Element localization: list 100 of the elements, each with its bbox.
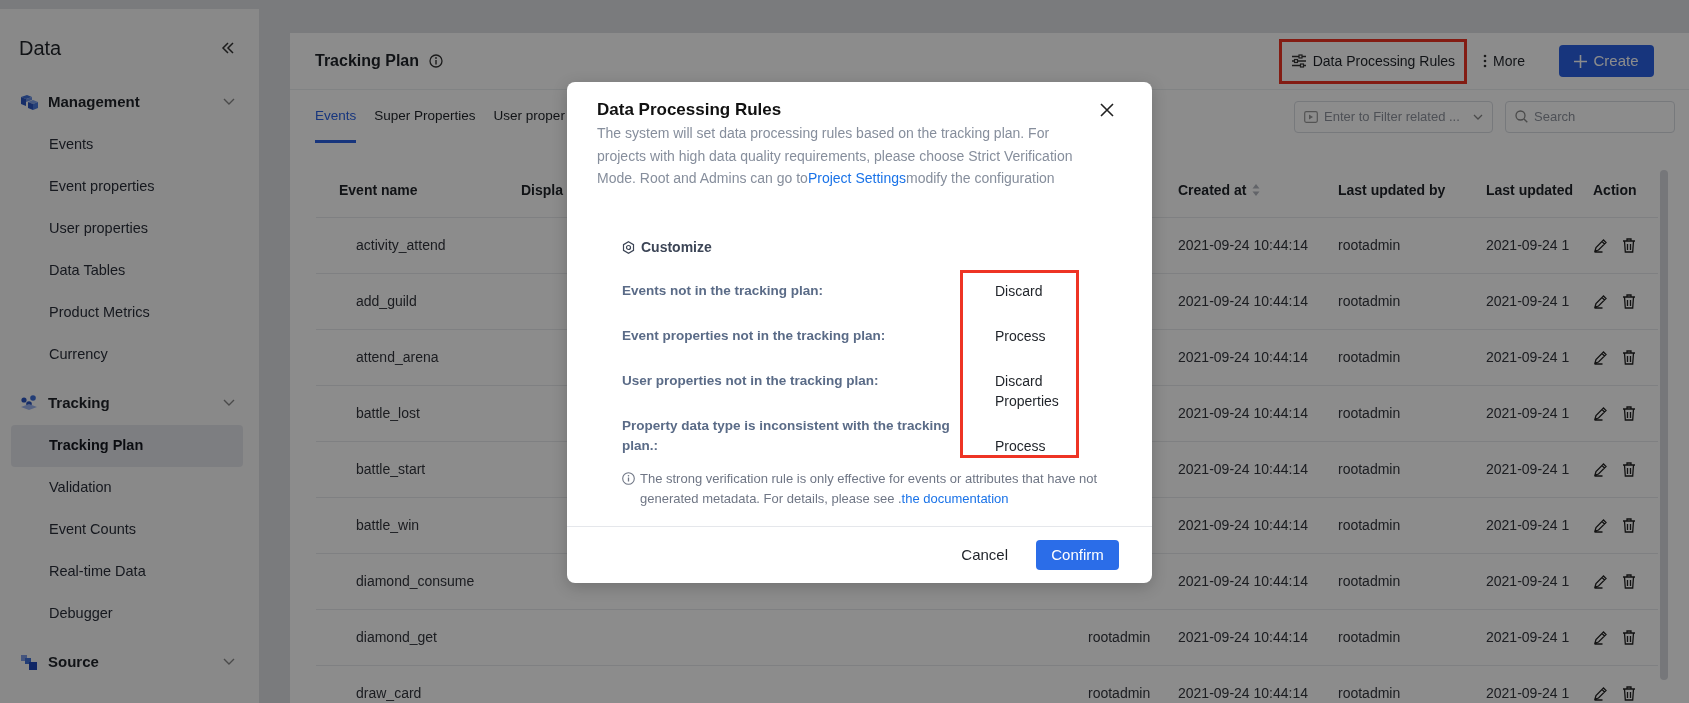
sidebar-item[interactable]: Validation (11, 467, 243, 509)
table-cell: rootadmin (1338, 628, 1401, 645)
table-cell: 2021-09-24 1 (1486, 572, 1570, 589)
info-icon (622, 471, 635, 485)
collapse-icon[interactable] (221, 42, 235, 54)
delete-icon[interactable] (1622, 685, 1636, 701)
sidebar-item[interactable]: Real-time Data (11, 551, 243, 593)
table-cell: 2021-09-24 1 (1486, 292, 1570, 309)
table-cell: 2021-09-24 1 (1486, 404, 1570, 421)
table-cell: rootadmin (1338, 516, 1401, 533)
sidebar-item[interactable]: Events (11, 124, 243, 166)
table-cell: 2021-09-24 10:44:14 (1178, 348, 1308, 365)
sidebar-item[interactable]: Tracking Plan (11, 425, 243, 467)
tab[interactable]: Events (315, 90, 357, 143)
table-cell: rootadmin (1338, 236, 1401, 253)
chevron-icon[interactable] (223, 658, 235, 666)
chevron-icon[interactable] (223, 98, 235, 106)
edit-icon[interactable] (1593, 461, 1608, 477)
sidebar-item[interactable]: User properties (11, 208, 243, 250)
search-input[interactable]: Search (1534, 106, 1665, 127)
delete-icon[interactable] (1622, 461, 1636, 477)
delete-icon[interactable] (1622, 629, 1636, 645)
edit-icon[interactable] (1593, 517, 1608, 533)
delete-icon[interactable] (1622, 573, 1636, 589)
table-cell: 2021-09-24 10:44:14 (1178, 628, 1308, 645)
sidebar-group[interactable]: Tracking (48, 391, 223, 415)
sidebar-group[interactable]: Source (48, 650, 223, 674)
delete-icon[interactable] (1622, 349, 1636, 365)
delete-icon[interactable] (1622, 293, 1636, 309)
toolbar-button[interactable]: Data Processing Rules (1290, 50, 1456, 72)
sidebar-item[interactable]: Debugger (11, 593, 243, 635)
table-cell: 2021-09-24 1 (1486, 516, 1570, 533)
table-cell: 2021-09-24 10:44:14 (1178, 572, 1308, 589)
edit-icon[interactable] (1593, 573, 1608, 589)
column-header: Displa (521, 182, 563, 199)
edit-icon[interactable] (1593, 685, 1608, 701)
rule-label: User properties not in the tracking plan: (622, 372, 879, 388)
tab[interactable]: Super Properties (374, 90, 476, 143)
table-cell: 2021-09-24 1 (1486, 628, 1570, 645)
table-cell: diamond_consume (356, 572, 475, 589)
filter-dropdown[interactable]: Enter to Filter related ... (1294, 100, 1493, 133)
caret-icon (1473, 113, 1483, 120)
table-cell: rootadmin (1088, 684, 1151, 701)
settings-link[interactable]: Project Settings (807, 170, 906, 186)
rule-value: Process (995, 436, 1046, 456)
cancel-button[interactable]: Cancel (955, 539, 1014, 571)
table-cell: diamond_get (356, 628, 437, 645)
table-cell: draw_card (356, 684, 422, 701)
edit-icon[interactable] (1593, 293, 1608, 309)
column-header: Last updated by (1338, 182, 1446, 199)
tab[interactable]: User proper (493, 90, 565, 143)
table-cell: add_guild (356, 292, 417, 309)
rule-label: Property data type is inconsistent with the tracking plan.: (622, 417, 950, 453)
edit-icon[interactable] (1593, 237, 1608, 253)
info-icon[interactable] (429, 54, 444, 68)
table-cell: activity_attend (356, 236, 446, 253)
sidebar-item[interactable]: Event properties (11, 166, 243, 208)
sidebar-item[interactable]: Product Metrics (11, 292, 243, 334)
group-icon (20, 395, 38, 411)
table-cell: battle_start (356, 460, 426, 477)
search-field[interactable]: Search (1505, 100, 1675, 133)
table-cell: 2021-09-24 10:44:14 (1178, 404, 1308, 421)
delete-icon[interactable] (1622, 405, 1636, 421)
table-cell: 2021-09-24 10:44:14 (1178, 460, 1308, 477)
edit-icon[interactable] (1593, 349, 1608, 365)
dialog-title: Data Processing Rules (597, 99, 782, 121)
table-cell: battle_lost (356, 404, 420, 421)
sidebar-item[interactable]: Data Tables (11, 250, 243, 292)
delete-icon[interactable] (1622, 237, 1636, 253)
sidebar-item[interactable]: Event Counts (11, 509, 243, 551)
table-cell: rootadmin (1338, 460, 1401, 477)
sidebar-group[interactable]: Management (48, 90, 223, 114)
more-button[interactable]: More (1483, 50, 1525, 72)
delete-icon[interactable] (1622, 517, 1636, 533)
edit-icon[interactable] (1593, 629, 1608, 645)
column-header: Event name (339, 182, 418, 199)
rule-label: Events not in the tracking plan: (622, 282, 824, 298)
table-cell: 2021-09-24 1 (1486, 684, 1570, 701)
rule-value: Process (995, 327, 1046, 344)
table-cell: 2021-09-24 1 (1486, 348, 1570, 365)
sidebar-item[interactable]: Currency (11, 334, 243, 376)
rule-value: Discard Properties (995, 372, 1059, 409)
table-cell: rootadmin (1338, 404, 1401, 421)
table-cell: rootadmin (1338, 292, 1401, 309)
close-icon[interactable] (1100, 103, 1114, 117)
table-cell: attend_arena (356, 348, 439, 365)
edit-icon[interactable] (1593, 405, 1608, 421)
filter-input[interactable]: Enter to Filter related ... (1324, 106, 1467, 127)
confirm-button[interactable]: Confirm (1036, 540, 1119, 570)
table-cell: 2021-09-24 10:44:14 (1178, 684, 1308, 701)
chevron-icon[interactable] (223, 399, 235, 407)
group-icon (20, 94, 38, 110)
create-button[interactable]: Create (1559, 45, 1654, 77)
kebab-icon (1483, 54, 1488, 68)
column-header: Action (1593, 182, 1637, 199)
table-cell: 2021-09-24 1 (1486, 460, 1570, 477)
table-cell: rootadmin (1338, 348, 1401, 365)
note-text: The strong verification rule is only effective for events or attributes that have not generated metadata. For details, please see .the documentation (640, 469, 1099, 508)
table-cell: rootadmin (1088, 628, 1151, 645)
group-icon (20, 654, 38, 670)
